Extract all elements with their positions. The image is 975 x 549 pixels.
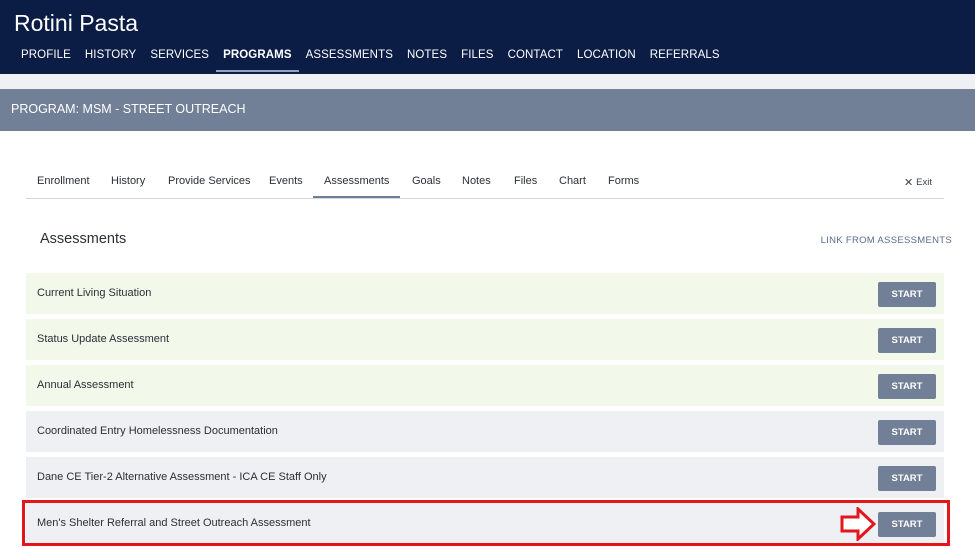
assessment-name: Coordinated Entry Homelessness Documenta… (37, 425, 278, 437)
list-item: Current Living Situation START (26, 273, 944, 314)
close-icon: ✕ (903, 176, 914, 189)
start-button[interactable]: START (878, 466, 936, 491)
assessment-name: Current Living Situation (37, 287, 152, 299)
exit-label: Exit (916, 177, 932, 188)
tab-files[interactable]: Files (503, 167, 548, 198)
tab-goals[interactable]: Goals (401, 167, 452, 198)
client-header: Rotini Pasta PROFILE HISTORY SERVICES PR… (0, 0, 975, 74)
tab-notes[interactable]: Notes (451, 167, 502, 198)
topnav-location[interactable]: LOCATION (570, 44, 643, 72)
list-item: Annual Assessment START (26, 365, 944, 406)
topnav-files[interactable]: FILES (454, 44, 500, 72)
program-bar: PROGRAM: MSM - STREET OUTREACH (0, 89, 975, 131)
section-title: Assessments (40, 231, 127, 247)
annotation-arrow-icon (840, 507, 876, 541)
tab-provide-services[interactable]: Provide Services (157, 167, 262, 198)
assessment-name: Dane CE Tier-2 Alternative Assessment - … (37, 471, 327, 483)
program-title: PROGRAM: MSM - STREET OUTREACH (11, 102, 246, 116)
topnav-services[interactable]: SERVICES (143, 44, 216, 72)
start-button[interactable]: START (878, 420, 936, 445)
list-item: Dane CE Tier-2 Alternative Assessment - … (26, 457, 944, 498)
tab-events[interactable]: Events (258, 167, 314, 198)
tab-chart[interactable]: Chart (548, 167, 597, 198)
tab-history[interactable]: History (100, 167, 156, 198)
topnav-profile[interactable]: PROFILE (14, 44, 78, 72)
start-button[interactable]: START (878, 328, 936, 353)
header-divider-strip (0, 74, 975, 89)
topnav-programs[interactable]: PROGRAMS (216, 44, 299, 72)
annotation-highlight-box (22, 500, 950, 546)
topnav-notes[interactable]: NOTES (400, 44, 454, 72)
list-item: Status Update Assessment START (26, 319, 944, 360)
program-subtabs: Enrollment History Provide Services Even… (26, 167, 944, 199)
assessment-name: Status Update Assessment (37, 333, 170, 345)
start-button[interactable]: START (878, 374, 936, 399)
tab-enrollment[interactable]: Enrollment (26, 167, 101, 198)
assessment-name: Annual Assessment (37, 379, 134, 391)
list-item: Coordinated Entry Homelessness Documenta… (26, 411, 944, 452)
start-button[interactable]: START (878, 282, 936, 307)
client-name: Rotini Pasta (14, 10, 139, 36)
top-nav: PROFILE HISTORY SERVICES PROGRAMS ASSESS… (14, 44, 727, 74)
topnav-contact[interactable]: CONTACT (501, 44, 570, 72)
topnav-history[interactable]: HISTORY (78, 44, 143, 72)
topnav-assessments[interactable]: ASSESSMENTS (299, 44, 400, 72)
exit-button[interactable]: ✕ Exit (904, 177, 932, 188)
tab-forms[interactable]: Forms (597, 167, 650, 198)
link-from-assessments-link[interactable]: LINK FROM ASSESSMENTS (821, 235, 952, 246)
topnav-referrals[interactable]: REFERRALS (643, 44, 727, 72)
tab-assessments[interactable]: Assessments (313, 167, 400, 198)
